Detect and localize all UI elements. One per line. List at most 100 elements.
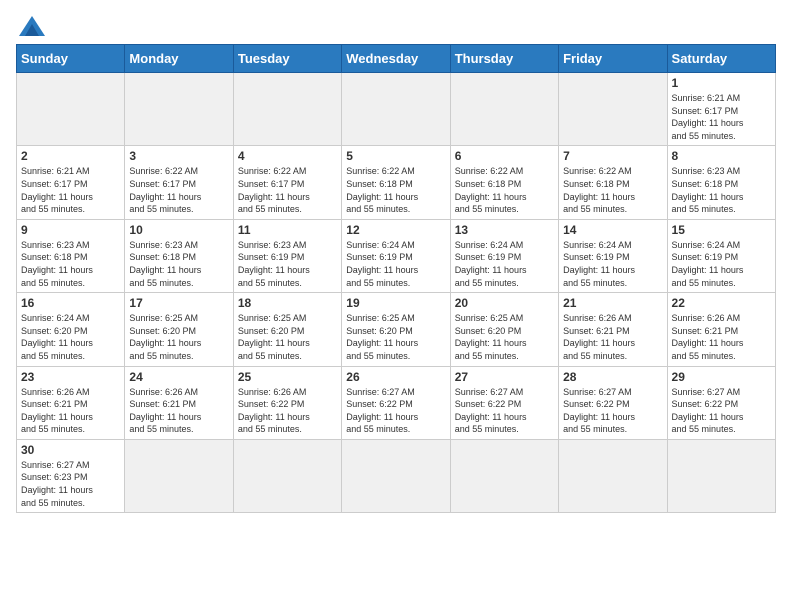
calendar-cell	[667, 439, 775, 512]
day-number: 20	[455, 296, 554, 310]
calendar-cell	[450, 439, 558, 512]
page-header	[16, 16, 776, 36]
day-number: 13	[455, 223, 554, 237]
calendar-cell: 2 Sunrise: 6:21 AM Sunset: 6:17 PM Daylig…	[17, 146, 125, 219]
calendar-cell: 9 Sunrise: 6:23 AM Sunset: 6:18 PM Daylig…	[17, 219, 125, 292]
calendar-cell: 26Sunrise: 6:27 AM Sunset: 6:22 PM Dayli…	[342, 366, 450, 439]
day-number: 16	[21, 296, 120, 310]
calendar-cell	[233, 73, 341, 146]
day-header-friday: Friday	[559, 45, 667, 73]
day-info: Sunrise: 6:22 AM Sunset: 6:18 PM Dayligh…	[346, 165, 445, 215]
day-info: Sunrise: 6:22 AM Sunset: 6:17 PM Dayligh…	[238, 165, 337, 215]
calendar-cell: 21 Sunrise: 6:26 AM Sunset: 6:21 PM Dayli…	[559, 293, 667, 366]
day-info: Sunrise: 6:26 AM Sunset: 6:22 PM Dayligh…	[238, 386, 337, 436]
day-header-thursday: Thursday	[450, 45, 558, 73]
calendar-table: SundayMondayTuesdayWednesdayThursdayFrid…	[16, 44, 776, 513]
calendar-cell: 19 Sunrise: 6:25 AM Sunset: 6:20 PM Dayli…	[342, 293, 450, 366]
day-number: 5	[346, 149, 445, 163]
calendar-cell: 1Sunrise: 6:21 AM Sunset: 6:17 PM Daylig…	[667, 73, 775, 146]
calendar-cell	[559, 439, 667, 512]
calendar-cell: 23Sunrise: 6:26 AM Sunset: 6:21 PM Dayli…	[17, 366, 125, 439]
day-number: 15	[672, 223, 771, 237]
calendar-cell: 6Sunrise: 6:22 AM Sunset: 6:18 PM Daylig…	[450, 146, 558, 219]
calendar-cell: 13 Sunrise: 6:24 AM Sunset: 6:19 PM Dayli…	[450, 219, 558, 292]
day-number: 29	[672, 370, 771, 384]
calendar-cell: 18 Sunrise: 6:25 AM Sunset: 6:20 PM Dayli…	[233, 293, 341, 366]
day-number: 18	[238, 296, 337, 310]
day-number: 14	[563, 223, 662, 237]
day-info: Sunrise: 6:23 AM Sunset: 6:18 PM Dayligh…	[672, 165, 771, 215]
day-info: Sunrise: 6:26 AM Sunset: 6:21 PM Dayligh…	[129, 386, 228, 436]
calendar-cell: 25 Sunrise: 6:26 AM Sunset: 6:22 PM Dayli…	[233, 366, 341, 439]
calendar-cell	[342, 73, 450, 146]
day-info: Sunrise: 6:23 AM Sunset: 6:18 PM Dayligh…	[129, 239, 228, 289]
logo-icon	[19, 16, 45, 36]
day-number: 12	[346, 223, 445, 237]
day-info: Sunrise: 6:24 AM Sunset: 6:19 PM Dayligh…	[672, 239, 771, 289]
day-number: 7	[563, 149, 662, 163]
day-header-tuesday: Tuesday	[233, 45, 341, 73]
day-number: 4	[238, 149, 337, 163]
calendar-cell: 20Sunrise: 6:25 AM Sunset: 6:20 PM Dayli…	[450, 293, 558, 366]
calendar-cell: 22Sunrise: 6:26 AM Sunset: 6:21 PM Dayli…	[667, 293, 775, 366]
calendar-cell	[233, 439, 341, 512]
day-info: Sunrise: 6:27 AM Sunset: 6:22 PM Dayligh…	[563, 386, 662, 436]
day-header-monday: Monday	[125, 45, 233, 73]
day-number: 23	[21, 370, 120, 384]
day-number: 25	[238, 370, 337, 384]
day-number: 28	[563, 370, 662, 384]
calendar-cell	[125, 439, 233, 512]
day-number: 9	[21, 223, 120, 237]
day-info: Sunrise: 6:21 AM Sunset: 6:17 PM Dayligh…	[672, 92, 771, 142]
calendar-cell: 15 Sunrise: 6:24 AM Sunset: 6:19 PM Dayli…	[667, 219, 775, 292]
calendar-cell	[125, 73, 233, 146]
day-number: 27	[455, 370, 554, 384]
day-number: 2	[21, 149, 120, 163]
calendar-cell	[342, 439, 450, 512]
calendar-cell: 7Sunrise: 6:22 AM Sunset: 6:18 PM Daylig…	[559, 146, 667, 219]
calendar-cell: 27Sunrise: 6:27 AM Sunset: 6:22 PM Dayli…	[450, 366, 558, 439]
day-info: Sunrise: 6:23 AM Sunset: 6:19 PM Dayligh…	[238, 239, 337, 289]
day-number: 10	[129, 223, 228, 237]
calendar-week-row: 9 Sunrise: 6:23 AM Sunset: 6:18 PM Daylig…	[17, 219, 776, 292]
day-header-sunday: Sunday	[17, 45, 125, 73]
calendar-cell: 29Sunrise: 6:27 AM Sunset: 6:22 PM Dayli…	[667, 366, 775, 439]
calendar-cell: 8Sunrise: 6:23 AM Sunset: 6:18 PM Daylig…	[667, 146, 775, 219]
day-number: 30	[21, 443, 120, 457]
day-number: 19	[346, 296, 445, 310]
calendar-cell	[17, 73, 125, 146]
calendar-cell	[450, 73, 558, 146]
day-number: 22	[672, 296, 771, 310]
calendar-cell: 16 Sunrise: 6:24 AM Sunset: 6:20 PM Dayli…	[17, 293, 125, 366]
day-info: Sunrise: 6:24 AM Sunset: 6:19 PM Dayligh…	[346, 239, 445, 289]
calendar-cell: 17Sunrise: 6:25 AM Sunset: 6:20 PM Dayli…	[125, 293, 233, 366]
calendar-cell: 4 Sunrise: 6:22 AM Sunset: 6:17 PM Daylig…	[233, 146, 341, 219]
calendar-cell: 30 Sunrise: 6:27 AM Sunset: 6:23 PM Dayli…	[17, 439, 125, 512]
day-header-wednesday: Wednesday	[342, 45, 450, 73]
calendar-cell: 11 Sunrise: 6:23 AM Sunset: 6:19 PM Dayli…	[233, 219, 341, 292]
calendar-cell: 5 Sunrise: 6:22 AM Sunset: 6:18 PM Daylig…	[342, 146, 450, 219]
day-info: Sunrise: 6:25 AM Sunset: 6:20 PM Dayligh…	[346, 312, 445, 362]
day-number: 17	[129, 296, 228, 310]
calendar-cell: 3 Sunrise: 6:22 AM Sunset: 6:17 PM Daylig…	[125, 146, 233, 219]
day-info: Sunrise: 6:22 AM Sunset: 6:17 PM Dayligh…	[129, 165, 228, 215]
day-header-saturday: Saturday	[667, 45, 775, 73]
day-info: Sunrise: 6:26 AM Sunset: 6:21 PM Dayligh…	[563, 312, 662, 362]
calendar-week-row: 30 Sunrise: 6:27 AM Sunset: 6:23 PM Dayli…	[17, 439, 776, 512]
calendar-cell: 24 Sunrise: 6:26 AM Sunset: 6:21 PM Dayli…	[125, 366, 233, 439]
calendar-week-row: 2 Sunrise: 6:21 AM Sunset: 6:17 PM Daylig…	[17, 146, 776, 219]
day-info: Sunrise: 6:23 AM Sunset: 6:18 PM Dayligh…	[21, 239, 120, 289]
day-info: Sunrise: 6:25 AM Sunset: 6:20 PM Dayligh…	[238, 312, 337, 362]
day-number: 3	[129, 149, 228, 163]
day-number: 21	[563, 296, 662, 310]
day-number: 6	[455, 149, 554, 163]
day-info: Sunrise: 6:27 AM Sunset: 6:23 PM Dayligh…	[21, 459, 120, 509]
calendar-week-row: 1Sunrise: 6:21 AM Sunset: 6:17 PM Daylig…	[17, 73, 776, 146]
day-info: Sunrise: 6:27 AM Sunset: 6:22 PM Dayligh…	[346, 386, 445, 436]
calendar-header-row: SundayMondayTuesdayWednesdayThursdayFrid…	[17, 45, 776, 73]
day-info: Sunrise: 6:21 AM Sunset: 6:17 PM Dayligh…	[21, 165, 120, 215]
day-number: 24	[129, 370, 228, 384]
day-number: 11	[238, 223, 337, 237]
day-info: Sunrise: 6:24 AM Sunset: 6:19 PM Dayligh…	[455, 239, 554, 289]
day-info: Sunrise: 6:24 AM Sunset: 6:20 PM Dayligh…	[21, 312, 120, 362]
